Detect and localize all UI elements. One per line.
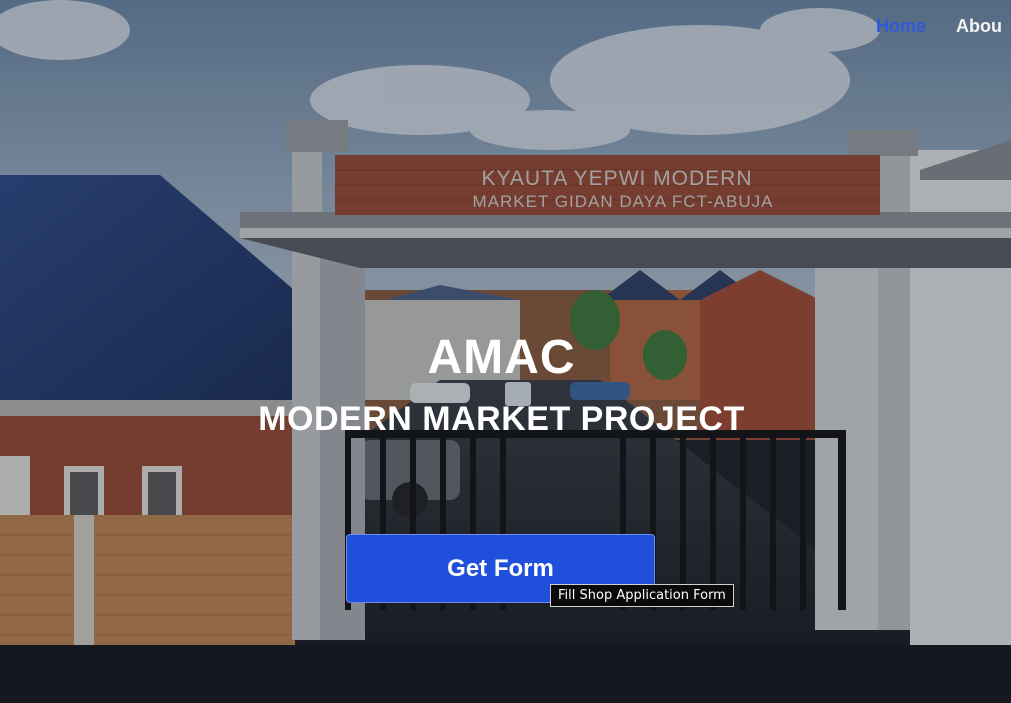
- top-nav: Home Abou: [876, 16, 1002, 37]
- hero-section: KYAUTA YEPWI MODERN MARKET GIDAN DAYA FC…: [0, 0, 1011, 703]
- hero-title: AMAC: [427, 331, 576, 384]
- get-form-tooltip: Fill Shop Application Form: [550, 584, 734, 607]
- nav-link-home[interactable]: Home: [876, 16, 926, 37]
- hero-subtitle: MODERN MARKET PROJECT: [258, 400, 745, 438]
- nav-link-about[interactable]: Abou: [956, 16, 1002, 37]
